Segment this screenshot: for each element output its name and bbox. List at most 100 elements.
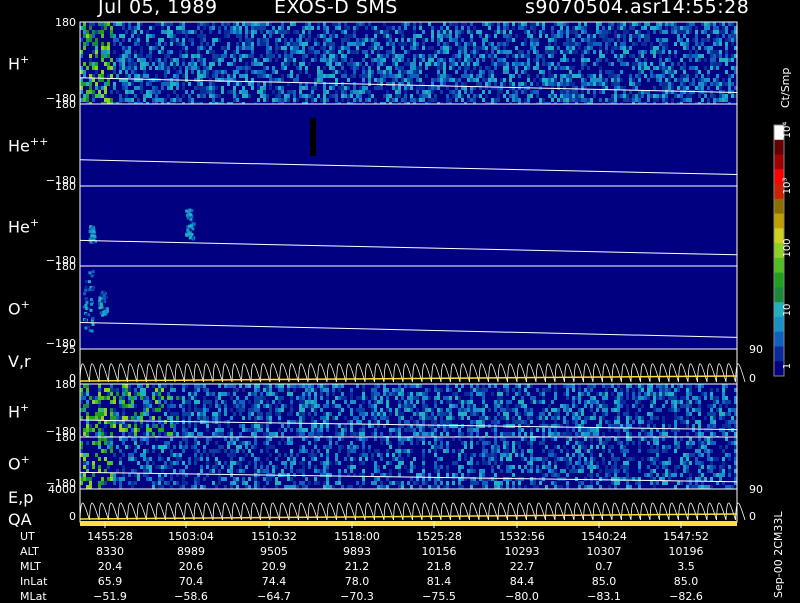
heatmap-cell: [461, 408, 464, 412]
heatmap-cell: [383, 412, 386, 416]
heatmap-cell: [254, 465, 257, 469]
heatmap-cell: [101, 30, 104, 34]
heatmap-cell: [143, 408, 146, 412]
heatmap-cell: [266, 404, 269, 408]
heatmap-cell: [110, 392, 113, 396]
heatmap-cell: [680, 396, 683, 400]
heatmap-cell: [212, 465, 215, 469]
heatmap-cell: [638, 416, 641, 420]
heatmap-cell: [290, 54, 293, 58]
heatmap-cell: [101, 408, 104, 412]
heatmap-cell: [191, 98, 194, 102]
heatmap-cell: [89, 26, 92, 30]
heatmap-cell: [581, 62, 584, 66]
heatmap-cell: [281, 432, 284, 436]
heatmap-cell: [665, 66, 668, 70]
heatmap-cell: [170, 82, 173, 86]
heatmap-cell: [656, 94, 659, 98]
heatmap-cell: [632, 86, 635, 90]
heatmap-cell: [566, 408, 569, 412]
heatmap-cell: [299, 412, 302, 416]
heatmap-cell: [209, 46, 212, 50]
heatmap-cell: [485, 66, 488, 70]
heatmap-cell: [698, 384, 701, 388]
heatmap-cell: [95, 50, 98, 54]
heatmap-cell: [626, 416, 629, 420]
heatmap-cell: [497, 420, 500, 424]
heatmap-cell: [470, 396, 473, 400]
heatmap-cell: [176, 461, 179, 465]
heatmap-cell: [407, 392, 410, 396]
heatmap-cell: [194, 461, 197, 465]
heatmap-cell: [404, 70, 407, 74]
heatmap-cell: [482, 408, 485, 412]
heatmap-cell: [98, 396, 101, 400]
heatmap-cell: [662, 30, 665, 34]
heatmap-cell: [593, 90, 596, 94]
heatmap-cell: [299, 469, 302, 473]
heatmap-cell: [371, 396, 374, 400]
heatmap-cell: [398, 70, 401, 74]
heatmap-cell: [218, 461, 221, 465]
heatmap-cell: [362, 477, 365, 481]
heatmap-cell: [95, 396, 98, 400]
heatmap-cell: [506, 66, 509, 70]
heatmap-cell: [269, 404, 272, 408]
heatmap-cell: [122, 62, 125, 66]
heatmap-cell: [458, 66, 461, 70]
heatmap-cell: [461, 384, 464, 388]
heatmap-cell: [182, 432, 185, 436]
heatmap-cell: [164, 66, 167, 70]
heatmap-cell: [566, 26, 569, 30]
heatmap-cell: [218, 408, 221, 412]
heatmap-cell: [440, 90, 443, 94]
heatmap-cell: [626, 388, 629, 392]
heatmap-cell: [725, 94, 728, 98]
heatmap-cell: [554, 50, 557, 54]
heatmap-cell: [158, 42, 161, 46]
heatmap-cell: [584, 420, 587, 424]
heatmap-cell: [182, 428, 185, 432]
heatmap-cell: [551, 38, 554, 42]
heatmap-cell: [713, 58, 716, 62]
heatmap-cell: [656, 416, 659, 420]
heatmap-cell: [230, 408, 233, 412]
heatmap-cell: [287, 98, 290, 102]
heatmap-cell: [605, 384, 608, 388]
heatmap-cell: [560, 34, 563, 38]
heatmap-cell: [227, 445, 230, 449]
heatmap-cell: [131, 396, 134, 400]
heatmap-cell: [383, 30, 386, 34]
heatmap-cell: [599, 82, 602, 86]
heatmap-cell: [620, 22, 623, 26]
heatmap-cell: [254, 400, 257, 404]
heatmap-cell: [104, 54, 107, 58]
heatmap-cell: [353, 416, 356, 420]
heatmap-cell: [398, 481, 401, 485]
heatmap-cell: [569, 74, 572, 78]
heatmap-cell: [161, 86, 164, 90]
heatmap-cell: [665, 46, 668, 50]
heatmap-cell: [392, 457, 395, 461]
heatmap-cell: [554, 94, 557, 98]
heatmap-cell: [554, 384, 557, 388]
heatmap-cell: [170, 62, 173, 66]
heatmap-cell: [566, 22, 569, 26]
heatmap-cell: [161, 384, 164, 388]
heatmap-cell: [569, 38, 572, 42]
heatmap-cell: [314, 445, 317, 449]
heatmap-cell: [566, 50, 569, 54]
heatmap-cell: [101, 74, 104, 78]
heatmap-cell: [356, 26, 359, 30]
heatmap-cell: [599, 22, 602, 26]
heatmap-cell: [152, 432, 155, 436]
heatmap-cell: [434, 384, 437, 388]
heatmap-cell: [605, 70, 608, 74]
heatmap-cell: [494, 66, 497, 70]
heatmap-cell: [518, 62, 521, 66]
heatmap-cell: [206, 457, 209, 461]
heatmap-cell: [716, 82, 719, 86]
heatmap-cell: [212, 38, 215, 42]
heatmap-cell: [668, 408, 671, 412]
heatmap-cell: [371, 42, 374, 46]
